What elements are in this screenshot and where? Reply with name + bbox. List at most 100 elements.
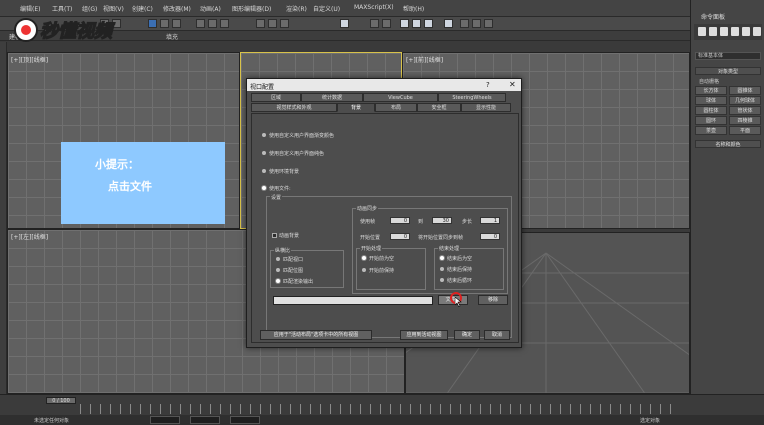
material-editor-icon[interactable] [444,19,453,28]
start-pos-spinner[interactable]: 0 [390,233,410,240]
tube-button[interactable]: 管状体 [729,106,761,115]
hierarchy-tab-icon[interactable] [720,27,728,36]
radio-environment[interactable]: 使用环境背景 [262,168,299,175]
render-setup-icon[interactable] [460,19,469,28]
object-type-header[interactable]: 对象类型 [695,67,761,75]
autogrid-checkbox[interactable]: 自动栅格 [699,78,719,85]
viewport-left-label[interactable]: [+][左][线框] [11,232,48,241]
close-icon[interactable]: ✕ [509,80,516,89]
apply-active-view-button[interactable]: 应用到活动视图 [400,330,448,340]
tab-viewcube[interactable]: ViewCube [363,93,438,102]
tab-steeringwheels[interactable]: SteeringWheels [438,93,506,102]
snap-icon[interactable] [256,19,265,28]
radio-use-file[interactable]: 使用文件: [262,185,291,192]
select-name-icon[interactable] [160,19,169,28]
radio-match-bitmap[interactable]: 匹配位图 [276,267,303,274]
menu-maxscript[interactable]: MAXScript(X) [354,4,394,11]
menu-customize[interactable]: 自定义(U) [313,4,340,13]
tab-background[interactable]: 背景 [337,103,375,112]
cylinder-button[interactable]: 圆柱体 [695,106,727,115]
menu-help[interactable]: 帮助(H) [403,4,424,13]
radio-solid[interactable]: 使用自定义用户界面纯色 [262,150,324,157]
radio-match-viewport[interactable]: 匹配视口 [276,256,303,263]
torus-button[interactable]: 圆环 [695,116,727,125]
primitive-type-dropdown[interactable]: 标准基本体 [695,52,761,60]
coord-y-field[interactable] [190,416,220,424]
ok-button[interactable]: 确定 [454,330,480,340]
move-icon[interactable] [196,19,205,28]
menu-edit[interactable]: 编辑(E) [20,4,40,13]
tab-safe-frames[interactable]: 安全框 [417,103,461,112]
apply-all-views-button[interactable]: 应用于"活动布局"选项卡中的所有视图 [260,330,372,340]
animate-bg-checkbox[interactable]: 动画背景 [272,232,299,239]
timeline[interactable]: 0 / 100 [0,394,764,415]
cancel-button[interactable]: 取消 [484,330,510,340]
tab-statistics[interactable]: 统计数据 [301,93,363,102]
menu-animation[interactable]: 动画(A) [200,4,221,13]
menu-group[interactable]: 组(G) [82,4,97,13]
scale-icon[interactable] [220,19,229,28]
cone-button[interactable]: 圆锥体 [729,86,761,95]
layer-icon[interactable] [400,19,409,28]
radio-gradient-label: 使用自定义用户界面渐变颜色 [269,133,335,139]
coord-z-field[interactable] [230,416,260,424]
use-frame-from-spinner[interactable]: 0 [390,217,410,224]
sync-start-spinner[interactable]: 0 [480,233,500,240]
display-tab-icon[interactable] [742,27,750,36]
radio-gradient[interactable]: 使用自定义用户界面渐变颜色 [262,132,334,139]
rotate-icon[interactable] [208,19,217,28]
radio-blank-before[interactable]: 开始前为空 [362,255,394,262]
align-icon[interactable] [382,19,391,28]
plane-button[interactable]: 平面 [729,126,761,135]
viewport-config-dialog: 视口配置 ? ✕ 区域 统计数据 ViewCube SteeringWheels… [246,78,522,348]
menu-tools[interactable]: 工具(T) [52,4,72,13]
use-frame-to-spinner[interactable]: 30 [432,217,452,224]
menu-views[interactable]: 视图(V) [103,4,124,13]
help-icon[interactable]: ? [486,81,490,89]
radio-hold-before[interactable]: 开始前保持 [362,267,394,274]
radio-loop-after[interactable]: 结束后循环 [440,277,472,284]
render-frame-icon[interactable] [472,19,481,28]
rect-select-icon[interactable] [172,19,181,28]
file-path-field[interactable] [273,296,433,305]
menu-rendering[interactable]: 渲染(R) [286,4,307,13]
name-color-header[interactable]: 名称和颜色 [695,140,761,148]
menu-graph-editors[interactable]: 图形编辑器(D) [232,4,271,13]
create-tab-icon[interactable] [698,27,706,36]
sphere-button[interactable]: 球体 [695,96,727,105]
named-selection-field[interactable] [340,19,349,28]
mirror-icon[interactable] [370,19,379,28]
tab-regions[interactable]: 区域 [251,93,301,102]
curve-editor-icon[interactable] [412,19,421,28]
box-button[interactable]: 长方体 [695,86,727,95]
motion-tab-icon[interactable] [731,27,739,36]
teapot-button[interactable]: 茶壶 [695,126,727,135]
pyramid-button[interactable]: 四棱锥 [729,116,761,125]
ribbon-fill-tab[interactable]: 填充 [166,32,178,41]
tab-display-performance[interactable]: 显示性能 [461,103,511,112]
menu-create[interactable]: 创建(C) [132,4,153,13]
schematic-icon[interactable] [424,19,433,28]
utilities-tab-icon[interactable] [753,27,761,36]
time-slider[interactable]: 0 / 100 [46,397,76,404]
coord-x-field[interactable] [150,416,180,424]
selection-set-field[interactable]: 选定对象 [640,417,660,424]
radio-hold-after[interactable]: 结束后保持 [440,266,472,273]
percent-snap-icon[interactable] [280,19,289,28]
radio-loop-after-dot [440,278,444,282]
viewport-front-label[interactable]: [+][前][线框] [406,55,443,64]
remove-button[interactable]: 移除 [478,295,508,305]
radio-match-render[interactable]: 匹配渲染输出 [276,278,313,285]
radio-blank-after[interactable]: 结束后为空 [440,255,472,262]
viewport-top-label[interactable]: [+][顶][线框] [11,55,48,64]
modify-tab-icon[interactable] [709,27,717,36]
select-icon[interactable] [148,19,157,28]
render-icon[interactable] [484,19,493,28]
angle-snap-icon[interactable] [268,19,277,28]
tab-layout[interactable]: 布局 [375,103,417,112]
tab-visual-style[interactable]: 视觉样式和外观 [251,103,337,112]
menu-modifiers[interactable]: 修改器(M) [163,4,191,13]
geosphere-button[interactable]: 几何球体 [729,96,761,105]
step-spinner[interactable]: 1 [480,217,500,224]
radio-solid-dot [262,151,266,155]
